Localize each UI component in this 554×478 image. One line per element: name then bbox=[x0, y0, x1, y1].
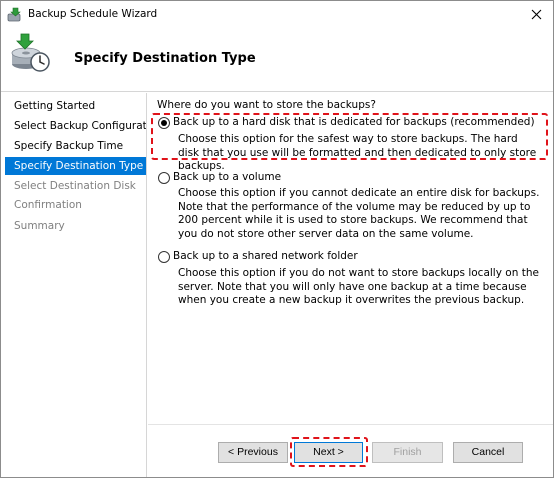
page-title: Specify Destination Type bbox=[74, 51, 256, 66]
option-network-folder-label[interactable]: Back up to a shared network folder bbox=[173, 250, 358, 262]
step-specify-backup-time[interactable]: Specify Backup Time bbox=[5, 137, 146, 155]
backup-wizard-icon bbox=[7, 7, 23, 23]
option-network-folder: Back up to a shared network folder Choos… bbox=[158, 250, 543, 310]
radio-selected-dot bbox=[161, 120, 167, 126]
window-title: Backup Schedule Wizard bbox=[28, 8, 158, 20]
wizard-footer: < Previous Next > Finish Cancel bbox=[148, 424, 553, 477]
radio-network-folder[interactable] bbox=[158, 251, 170, 263]
next-button[interactable]: Next > bbox=[294, 442, 363, 463]
cancel-button[interactable]: Cancel bbox=[453, 442, 523, 463]
option-volume: Back up to a volume Choose this option i… bbox=[158, 171, 543, 241]
option-network-folder-description: Choose this option if you do not want to… bbox=[178, 267, 539, 306]
close-button[interactable] bbox=[525, 5, 547, 23]
destination-question: Where do you want to store the backups? bbox=[157, 99, 376, 111]
wizard-steps: Getting Started Select Backup Configurat… bbox=[1, 93, 147, 477]
option-dedicated-disk: Back up to a hard disk that is dedicated… bbox=[158, 116, 538, 172]
finish-button: Finish bbox=[372, 442, 443, 463]
main-content: Where do you want to store the backups? … bbox=[148, 93, 553, 424]
step-getting-started[interactable]: Getting Started bbox=[5, 97, 146, 115]
step-select-backup-configuration[interactable]: Select Backup Configurat... bbox=[5, 117, 146, 135]
wizard-header: Specify Destination Type bbox=[1, 28, 553, 92]
backup-disk-clock-icon bbox=[9, 31, 53, 75]
step-specify-destination-type[interactable]: Specify Destination Type bbox=[5, 157, 146, 175]
step-summary: Summary bbox=[14, 220, 65, 232]
option-volume-label[interactable]: Back up to a volume bbox=[173, 171, 281, 183]
backup-schedule-wizard-window: Backup Schedule Wizard Specify Destinati… bbox=[0, 0, 554, 478]
step-select-destination-disk: Select Destination Disk bbox=[14, 180, 136, 192]
option-volume-description: Choose this option if you cannot dedicat… bbox=[178, 187, 540, 240]
previous-button[interactable]: < Previous bbox=[218, 442, 288, 463]
option-dedicated-disk-label[interactable]: Back up to a hard disk that is dedicated… bbox=[173, 116, 535, 128]
radio-volume[interactable] bbox=[158, 172, 170, 184]
close-icon bbox=[531, 9, 541, 19]
radio-dedicated-disk[interactable] bbox=[158, 117, 170, 129]
title-bar: Backup Schedule Wizard bbox=[1, 1, 553, 28]
option-dedicated-disk-description: Choose this option for the safest way to… bbox=[178, 133, 537, 172]
step-confirmation: Confirmation bbox=[14, 199, 82, 211]
